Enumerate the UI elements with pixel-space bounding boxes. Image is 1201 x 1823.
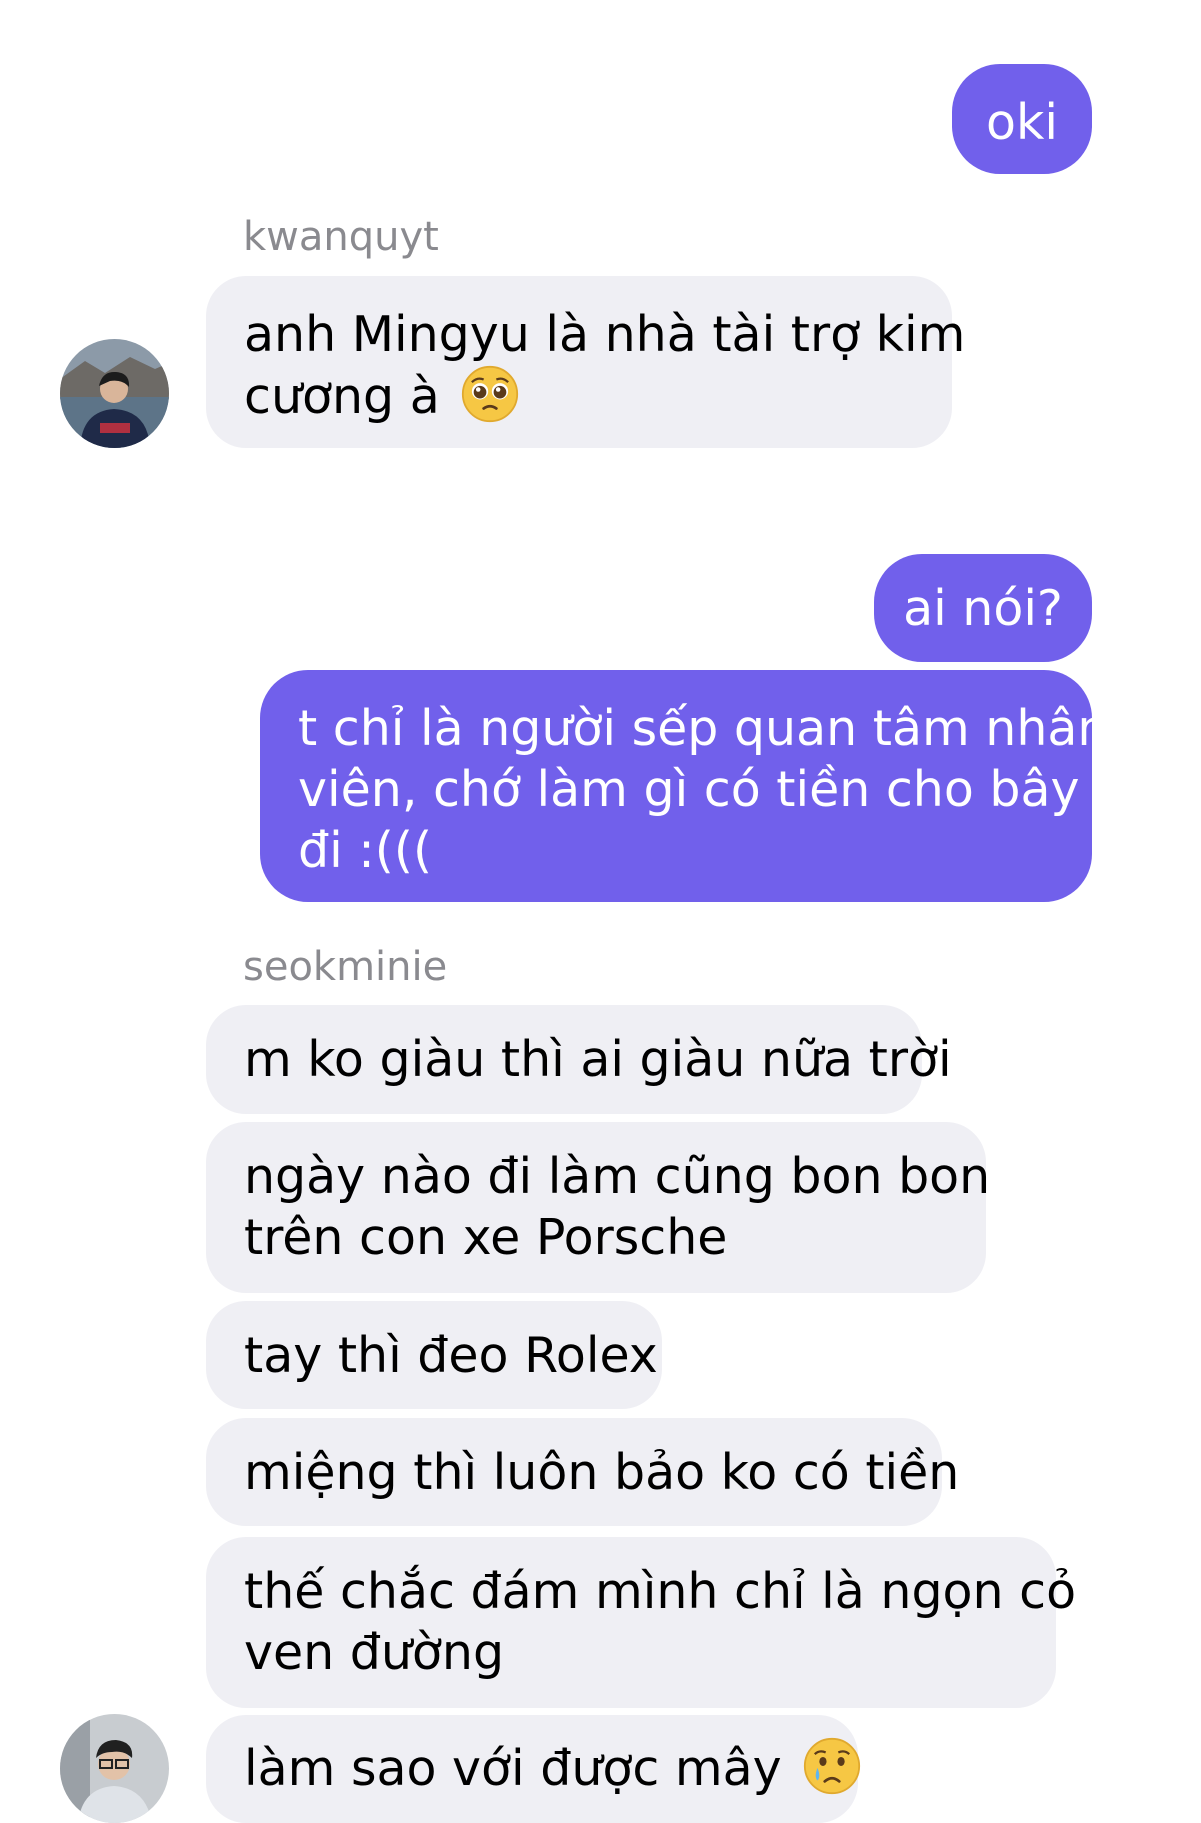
message-line: anh Mingyu là nhà tài trợ kim bbox=[244, 306, 966, 363]
message-line: viên, chớ làm gì có tiền cho bây bbox=[298, 761, 1080, 818]
outgoing-message[interactable]: oki bbox=[952, 64, 1092, 174]
message-line: cương à bbox=[244, 368, 440, 425]
message-text: làm sao với được mây bbox=[244, 1740, 782, 1797]
message-line: t chỉ là người sếp quan tâm nhân bbox=[298, 700, 1109, 757]
pleading-face-icon bbox=[462, 365, 519, 423]
message-line: ngày nào đi làm cũng bon bon bbox=[244, 1148, 991, 1205]
avatar[interactable] bbox=[60, 339, 169, 448]
incoming-message[interactable]: anh Mingyu là nhà tài trợ kim cương à bbox=[206, 276, 966, 448]
message-line: trên con xe Porsche bbox=[244, 1209, 728, 1266]
incoming-message[interactable]: làm sao với được mây bbox=[206, 1715, 861, 1823]
incoming-message[interactable]: ngày nào đi làm cũng bon bon trên con xe… bbox=[206, 1122, 991, 1293]
message-text: oki bbox=[986, 94, 1058, 151]
message-text: tay thì đeo Rolex bbox=[244, 1327, 658, 1384]
profile-photo bbox=[60, 1714, 169, 1823]
avatar[interactable] bbox=[60, 1714, 169, 1823]
outgoing-message[interactable]: ai nói? bbox=[874, 554, 1092, 662]
sender-username: kwanquyt bbox=[243, 214, 439, 260]
outgoing-message[interactable]: t chỉ là người sếp quan tâm nhân viên, c… bbox=[260, 670, 1109, 902]
crying-face-icon bbox=[804, 1737, 861, 1795]
message-line: đi :((( bbox=[298, 822, 433, 879]
message-text: ai nói? bbox=[903, 580, 1063, 637]
profile-photo bbox=[60, 339, 169, 448]
incoming-message[interactable]: thế chắc đám mình chỉ là ngọn cỏ ven đườ… bbox=[206, 1537, 1077, 1708]
message-text: m ko giàu thì ai giàu nữa trời bbox=[244, 1031, 952, 1088]
incoming-message[interactable]: tay thì đeo Rolex bbox=[206, 1301, 662, 1409]
incoming-message[interactable]: m ko giàu thì ai giàu nữa trời bbox=[206, 1005, 952, 1114]
message-line: ven đường bbox=[244, 1624, 505, 1681]
incoming-message[interactable]: miệng thì luôn bảo ko có tiền bbox=[206, 1418, 959, 1526]
message-text: miệng thì luôn bảo ko có tiền bbox=[244, 1444, 960, 1501]
sender-username: seokminie bbox=[243, 944, 448, 990]
message-line: thế chắc đám mình chỉ là ngọn cỏ bbox=[244, 1563, 1077, 1620]
